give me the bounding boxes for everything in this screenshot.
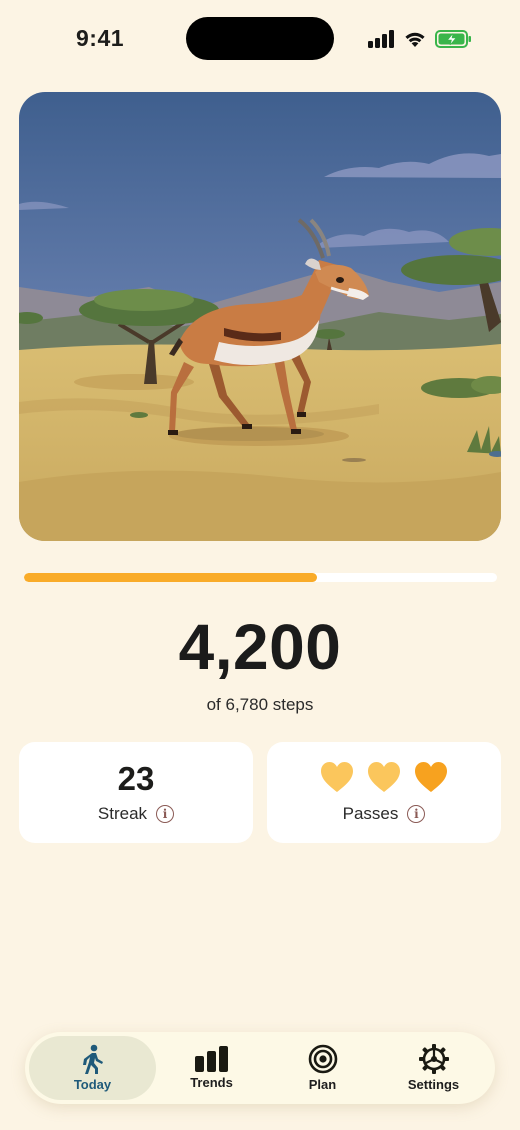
streak-label: Streak	[97, 804, 148, 823]
dynamic-island	[186, 17, 334, 60]
passes-info-icon[interactable]: i	[407, 805, 426, 823]
streak-value: 23	[117, 760, 155, 797]
bar-chart-icon	[194, 1046, 228, 1072]
tab-today[interactable]: Today	[29, 1036, 156, 1100]
heart-icon	[368, 762, 400, 792]
battery-icon	[435, 30, 471, 48]
tab-settings-label: Settings	[407, 1077, 460, 1092]
streak-info-icon[interactable]: i	[156, 805, 175, 823]
target-icon	[308, 1044, 337, 1074]
status-time: 9:41	[76, 25, 125, 51]
steps-progress-fill	[24, 573, 318, 582]
status-icons	[368, 27, 472, 51]
status-bar: 9:41	[0, 0, 520, 78]
heart-icon	[321, 762, 353, 792]
tab-trends[interactable]: Trends	[156, 1036, 267, 1100]
steps-goal-caption: of 6,780 steps	[206, 695, 314, 714]
tab-bar: Today Trends Plan Settings	[25, 1032, 495, 1104]
wifi-icon	[405, 32, 425, 47]
tab-plan[interactable]: Plan	[267, 1036, 378, 1100]
tab-settings[interactable]: Settings	[378, 1036, 489, 1100]
gear-icon	[418, 1044, 449, 1074]
passes-label: Passes	[342, 804, 399, 823]
tab-trends-label: Trends	[190, 1075, 233, 1090]
passes-hearts	[267, 761, 501, 793]
savanna-gazelle-image	[19, 92, 501, 541]
streak-label-row: Streak i	[19, 804, 253, 824]
hero-illustration	[19, 92, 501, 541]
passes-label-row: Passes i	[267, 804, 501, 824]
steps-count: 4,200	[178, 611, 342, 683]
tab-today-label: Today	[73, 1077, 112, 1092]
heart-icon	[415, 762, 447, 792]
steps-progress-bar	[24, 573, 497, 582]
signal-icon	[368, 30, 394, 48]
walking-icon	[82, 1044, 103, 1074]
tab-plan-label: Plan	[308, 1077, 337, 1092]
